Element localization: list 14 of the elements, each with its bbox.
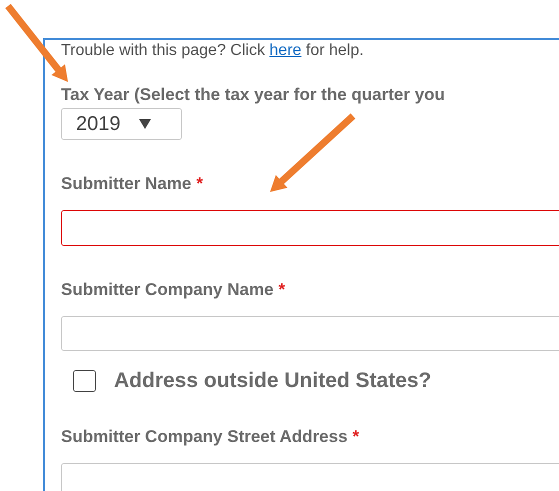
field-label: Submitter Name xyxy=(61,174,192,194)
required-mark: * xyxy=(196,174,203,194)
required-mark: * xyxy=(352,426,360,447)
required-mark: * xyxy=(278,280,286,300)
help-link[interactable]: here xyxy=(269,42,302,59)
checkbox-label: Address outside United States? xyxy=(114,368,432,393)
field-label: Submitter Company Name xyxy=(61,280,274,300)
year-select[interactable]: 2019 xyxy=(61,108,182,140)
text-field[interactable] xyxy=(61,210,559,246)
caret-icon xyxy=(138,119,150,130)
checkbox[interactable] xyxy=(73,370,96,392)
field-label: Tax Year (Select the tax year for the quarter you xyxy=(61,85,446,105)
help-text: Trouble with this page? Click here for help. xyxy=(61,42,365,60)
field-label: Submitter Company Street Address xyxy=(61,426,348,447)
